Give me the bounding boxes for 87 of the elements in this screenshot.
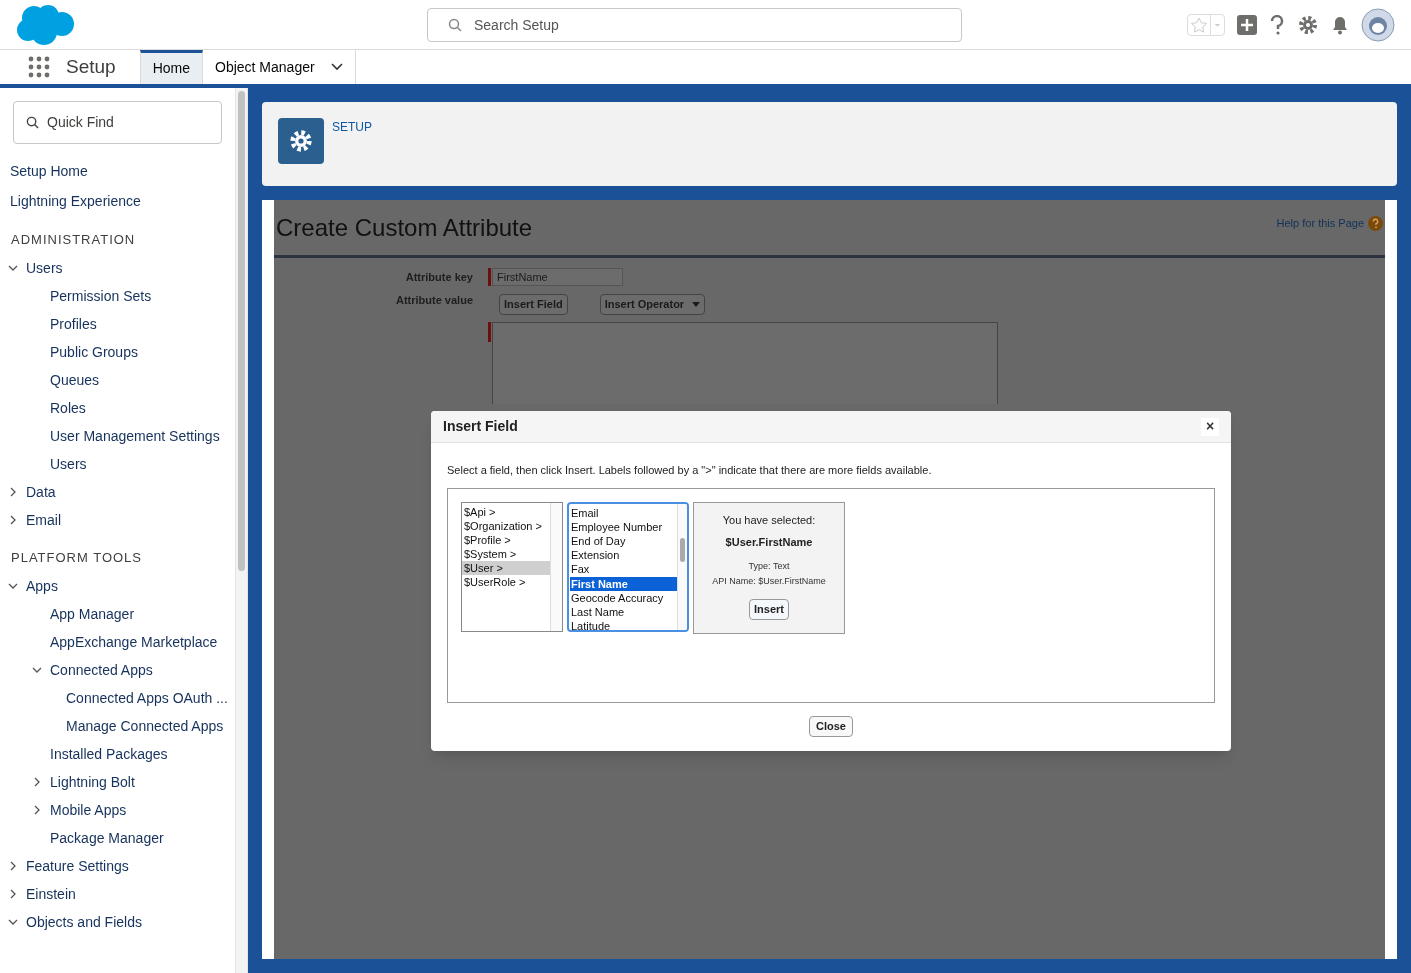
attribute-value-field[interactable] xyxy=(492,322,998,404)
sidebar-item[interactable]: User Management Settings xyxy=(50,425,220,447)
nav-tab[interactable]: Home xyxy=(139,50,203,84)
chevron-right-icon[interactable] xyxy=(8,861,18,871)
sidebar-item[interactable]: Objects and Fields xyxy=(26,911,142,933)
chevron-down-icon[interactable] xyxy=(8,917,18,927)
sidebar-item[interactable]: Manage Connected Apps xyxy=(66,715,224,737)
sidebar-item[interactable]: Mobile Apps xyxy=(50,799,127,821)
category-list[interactable]: $Api > $Organization > $Profile > $System > $User > $UserRole > xyxy=(461,501,563,632)
quick-find-field[interactable]: Quick Find xyxy=(13,101,222,144)
category-option[interactable]: $System > xyxy=(462,546,550,561)
sidebar-item[interactable]: Queues xyxy=(50,369,100,391)
category-option[interactable]: $Profile > xyxy=(462,532,550,547)
search-icon xyxy=(26,116,39,129)
section-heading: ADMINISTRATION xyxy=(11,230,136,249)
chevron-right-icon[interactable] xyxy=(32,777,42,787)
caret-icon xyxy=(692,301,701,308)
field-option[interactable]: Employee Number xyxy=(570,519,677,534)
sidebar-item[interactable]: Connected Apps OAuth ... xyxy=(66,687,228,709)
field-option[interactable]: Email xyxy=(570,505,677,520)
sidebar-item[interactable]: Feature Settings xyxy=(26,855,129,877)
help-icon xyxy=(1368,216,1383,231)
sidebar-item[interactable]: Permission Sets xyxy=(50,285,152,307)
sidebar-link[interactable]: Setup Home xyxy=(10,160,88,182)
sidebar-item[interactable]: Connected Apps xyxy=(50,659,153,681)
category-option[interactable]: $Organization > xyxy=(462,518,550,533)
gear-tile-icon xyxy=(278,118,324,164)
category-option[interactable]: $User > xyxy=(462,560,550,575)
sidebar-item[interactable]: Public Groups xyxy=(50,341,138,363)
bell-icon[interactable] xyxy=(1331,14,1349,35)
avatar-icon[interactable] xyxy=(1361,7,1395,42)
category-option[interactable]: $Api > xyxy=(462,504,550,519)
close-button[interactable]: Close xyxy=(809,715,853,737)
dialog-title: Insert Field xyxy=(443,417,518,436)
app-name: Setup xyxy=(66,54,116,79)
sidebar-item[interactable]: App Manager xyxy=(50,603,135,625)
chevron-right-icon[interactable] xyxy=(8,487,18,497)
page-title: Create Custom Attribute xyxy=(276,212,533,243)
field-option[interactable]: Fax xyxy=(570,562,677,577)
chevron-down-icon[interactable] xyxy=(8,263,18,273)
sidebar-item[interactable]: Users xyxy=(50,453,87,475)
category-option[interactable]: $UserRole > xyxy=(462,574,550,589)
field-option[interactable]: First Name xyxy=(570,576,677,591)
sidebar-item[interactable]: Profiles xyxy=(50,313,97,335)
sidebar-item[interactable]: Einstein xyxy=(26,883,76,905)
sidebar-item[interactable]: Data xyxy=(26,481,56,503)
chevron-down-icon[interactable] xyxy=(8,581,18,591)
chevron-right-icon[interactable] xyxy=(8,515,18,525)
chevron-right-icon[interactable] xyxy=(8,889,18,899)
sidebar-item[interactable]: Users xyxy=(26,257,63,279)
field-option[interactable]: End of Day xyxy=(570,533,677,549)
selected-field-name: $User.FirstName xyxy=(725,535,813,550)
instructions-text: Select a field, then click Insert. Labels followed by a ">" indicate that there are more fields available. xyxy=(447,463,933,478)
section-heading: PLATFORM TOOLS xyxy=(11,548,143,567)
field-option[interactable]: Extension xyxy=(570,548,677,563)
settings-icon[interactable] xyxy=(1297,13,1319,36)
close-button[interactable]: × xyxy=(1201,417,1219,436)
sidebar-item[interactable]: Apps xyxy=(26,575,58,597)
sidebar-item[interactable]: Roles xyxy=(50,397,86,419)
api-name: API Name: $User.FirstName xyxy=(712,575,826,588)
plus-icon[interactable] xyxy=(1237,14,1257,35)
chevron-right-icon[interactable] xyxy=(32,805,42,815)
field-option[interactable]: Geocode Accuracy xyxy=(570,590,677,605)
field-label: Attribute value xyxy=(395,293,473,308)
field-option[interactable]: Last Name xyxy=(570,604,677,620)
field-type: Type: Text xyxy=(748,559,790,573)
scrollbar-thumb[interactable] xyxy=(238,91,245,571)
app-launcher-icon[interactable] xyxy=(28,56,50,78)
sidebar-item[interactable]: AppExchange Marketplace xyxy=(50,631,218,653)
breadcrumb-label[interactable]: SETUP xyxy=(332,118,372,136)
chevron-down-icon xyxy=(330,63,343,71)
insert-button[interactable]: Insert xyxy=(749,598,789,620)
sidebar-item[interactable]: Lightning Bolt xyxy=(50,771,135,793)
search-icon xyxy=(448,18,462,32)
sidebar-item[interactable]: Installed Packages xyxy=(50,743,168,765)
sidebar-item[interactable]: Package Manager xyxy=(50,827,164,849)
field-list[interactable]: Email Employee Number End of Day Extension Fax First Name Geocode Accuracy Last Name Latitude xyxy=(567,501,689,632)
sidebar-link[interactable]: Lightning Experience xyxy=(10,190,141,212)
search-field[interactable]: Search Setup xyxy=(427,8,962,42)
scrollbar-thumb[interactable] xyxy=(680,537,685,562)
selection-heading: You have selected: xyxy=(722,512,816,528)
help-icon[interactable] xyxy=(1269,14,1285,35)
cloud-logo[interactable] xyxy=(16,3,74,46)
chevron-down-icon[interactable] xyxy=(32,665,42,675)
field-label: Attribute key xyxy=(404,269,473,285)
sidebar-item[interactable]: Email xyxy=(26,509,61,531)
field-option[interactable]: Latitude xyxy=(570,619,677,630)
